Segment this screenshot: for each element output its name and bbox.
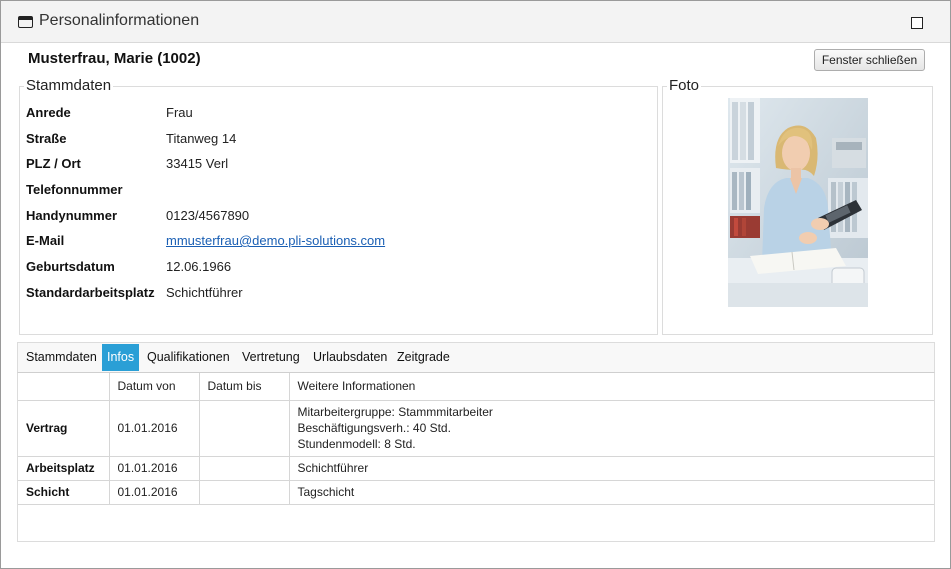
cell-datum-von: 01.01.2016 <box>109 456 200 481</box>
cell-datum-bis <box>199 400 290 457</box>
foto-panel: Foto <box>662 77 933 335</box>
personal-info-window: Personalinformationen Musterfrau, Marie … <box>0 0 951 569</box>
field-label: E-Mail <box>26 233 65 248</box>
table-row: Arbeitsplatz 01.01.2016 Schichtführer <box>18 456 934 481</box>
field-value: 0123/4567890 <box>166 208 250 223</box>
cell-weitere-informationen: Mitarbeitergruppe: Stammmitarbeiter Besc… <box>289 400 934 457</box>
employee-photo <box>728 98 868 307</box>
tab-infos[interactable]: Infos <box>102 344 140 371</box>
table-header-row: Datum von Datum bis Weitere Informatione… <box>18 373 934 401</box>
info-line: Stundenmodell: 8 Std. <box>297 437 416 451</box>
cell-datum-bis <box>199 456 290 481</box>
tab-urlaubsdaten[interactable]: Urlaubsdaten <box>308 343 392 372</box>
info-line: Mitarbeitergruppe: Stammmitarbeiter <box>297 405 493 419</box>
table-row: Schicht 01.01.2016 Tagschicht <box>18 480 934 505</box>
cell-datum-bis <box>199 480 290 505</box>
cell-datum-von: 01.01.2016 <box>109 480 200 505</box>
tab-qualifikationen[interactable]: Qualifikationen <box>142 343 235 372</box>
stammdaten-legend: Stammdaten <box>24 77 114 95</box>
field-label: Anrede <box>26 105 71 120</box>
title-bar: Personalinformationen <box>1 1 950 43</box>
tab-vertretung[interactable]: Vertretung <box>237 343 305 372</box>
tab-stammdaten[interactable]: Stammdaten <box>21 343 102 372</box>
tab-zeitgrade[interactable]: Zeitgrade <box>392 343 455 372</box>
field-label: Standardarbeitsplatz <box>26 285 155 300</box>
row-label: Vertrag <box>18 400 110 457</box>
person-name: Musterfrau, Marie (1002) <box>28 50 201 67</box>
cell-weitere-informationen: Schichtführer <box>289 456 934 481</box>
info-table-container: Datum von Datum bis Weitere Informatione… <box>17 373 935 542</box>
row-label: Schicht <box>18 480 110 505</box>
field-label: PLZ / Ort <box>26 156 81 171</box>
column-header: Datum bis <box>199 373 290 401</box>
foto-legend: Foto <box>667 77 702 95</box>
info-table: Datum von Datum bis Weitere Informatione… <box>18 373 934 505</box>
maximize-button[interactable] <box>911 17 923 29</box>
column-header: Datum von <box>109 373 200 401</box>
field-value: Schichtführer <box>166 285 243 300</box>
field-value: Titanweg 14 <box>166 131 237 146</box>
field-label: Geburtsdatum <box>26 259 115 274</box>
column-header: Weitere Informationen <box>289 373 934 401</box>
field-label: Telefonnummer <box>26 182 123 197</box>
cell-weitere-informationen: Tagschicht <box>289 480 934 505</box>
table-row: Vertrag 01.01.2016 Mitarbeitergruppe: St… <box>18 400 934 457</box>
column-header <box>18 373 110 401</box>
row-label: Arbeitsplatz <box>18 456 110 481</box>
cell-datum-von: 01.01.2016 <box>109 400 200 457</box>
info-line: Beschäftigungsverh.: 40 Std. <box>297 421 451 435</box>
stammdaten-panel: Stammdaten Anrede Frau Straße Titanweg 1… <box>19 77 658 335</box>
field-value: 12.06.1966 <box>166 259 232 274</box>
email-link[interactable]: mmusterfrau@demo.pli-solutions.com <box>166 232 385 250</box>
field-value: Frau <box>166 105 193 120</box>
field-value: 33415 Verl <box>166 156 229 171</box>
window-title: Personalinformationen <box>39 12 200 29</box>
tab-bar: Stammdaten Infos Qualifikationen Vertret… <box>17 342 935 373</box>
close-window-button[interactable]: Fenster schließen <box>814 49 925 71</box>
window-icon <box>18 16 33 28</box>
field-label: Handynummer <box>26 208 118 223</box>
field-label: Straße <box>26 131 67 146</box>
